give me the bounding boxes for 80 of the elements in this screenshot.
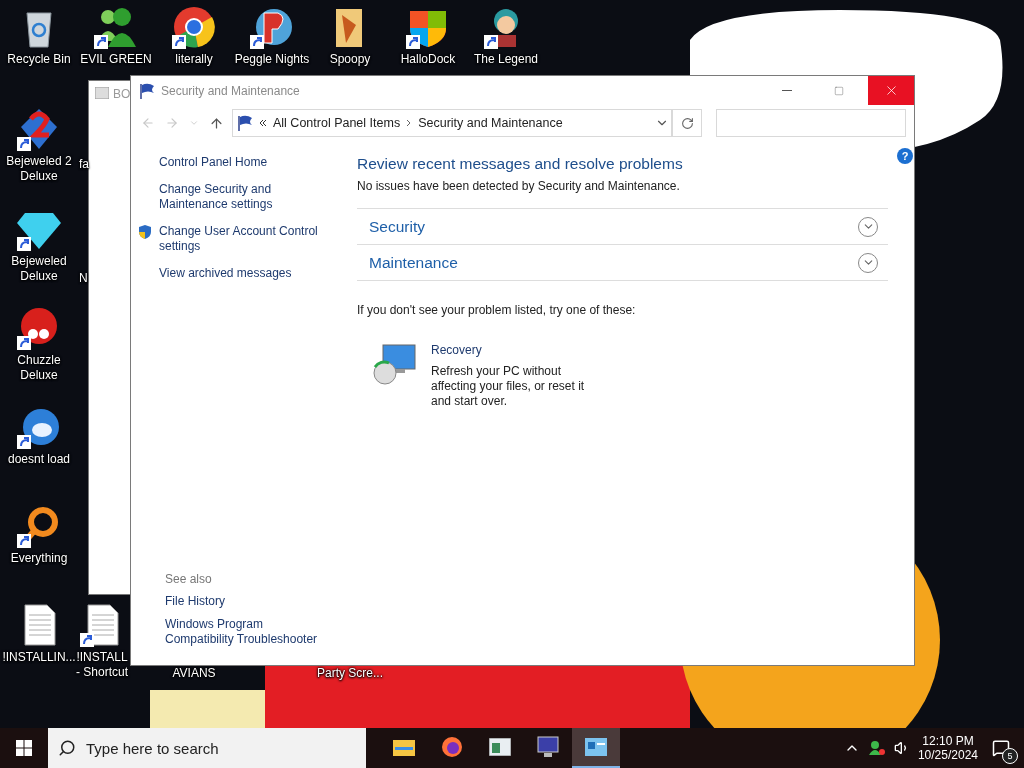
icon-label[interactable]: The Legend	[473, 52, 539, 67]
status-text: No issues have been detected by Security and Maintenance.	[357, 179, 681, 193]
folder-icon	[393, 738, 415, 756]
chevron-down-icon	[189, 118, 199, 128]
icon-label[interactable]: Everything	[10, 551, 68, 566]
page-heading: Review recent messages and resolve problems	[357, 155, 684, 173]
shortcut-arrow-icon	[94, 35, 108, 49]
icon-label[interactable]: !INSTALL - Shortcut	[76, 650, 128, 680]
forward-arrow-icon	[165, 116, 179, 130]
shortcut-arrow-icon	[484, 35, 498, 49]
back-arrow-icon	[141, 116, 155, 130]
minimize-icon	[782, 90, 792, 91]
icon-label[interactable]: Bejeweled Deluxe	[11, 254, 67, 284]
section-header[interactable]: Maintenance	[357, 245, 888, 281]
notifications-icon	[992, 739, 1010, 757]
icon-label[interactable]: Chuzzle Deluxe	[17, 353, 61, 383]
recovery-icon	[371, 343, 417, 387]
shortcut-arrow-icon	[17, 336, 31, 350]
monitor-icon	[537, 736, 559, 758]
section-header[interactable]: Security	[357, 209, 888, 245]
app-icon	[95, 87, 109, 99]
notification-count: 5	[1002, 748, 1018, 764]
recovery-description: Refresh your PC without affecting your files, or reset it and start over.	[431, 364, 586, 409]
icon-label[interactable]: Recycle Bin	[7, 52, 71, 67]
shortcut-arrow-icon	[17, 534, 31, 548]
icon-label[interactable]: literally	[175, 52, 213, 67]
section-label: Maintenance	[369, 253, 458, 272]
icon-label[interactable]: AVIANS	[172, 666, 216, 681]
breadcrumb[interactable]: Security and Maintenance	[418, 116, 563, 130]
browser-icon	[172, 5, 216, 49]
double-chevron-icon	[259, 119, 267, 127]
hint-text: If you don't see your problem listed, try one of these:	[357, 303, 637, 317]
clock-time: 12:10 PM	[922, 734, 974, 748]
breadcrumb[interactable]: All Control Panel Items	[273, 116, 401, 130]
icon-label[interactable]: Bejeweled 2 Deluxe	[6, 154, 72, 184]
flag-icon	[139, 82, 155, 99]
shortcut-arrow-icon	[17, 237, 31, 251]
search-field[interactable]	[716, 109, 906, 137]
sidebar-link[interactable]: Change Security and Maintenance settings	[159, 182, 329, 212]
browser-icon	[441, 736, 463, 758]
shortcut-arrow-icon	[250, 35, 264, 49]
flag-icon	[237, 115, 253, 131]
shortcut-arrow-icon	[17, 137, 31, 151]
clock[interactable]: 12:10 PM 10/25/2024	[917, 734, 978, 762]
shortcut-arrow-icon	[80, 633, 94, 647]
icon-label[interactable]: Party Scre...	[317, 666, 383, 681]
see-also-link[interactable]: File History	[165, 594, 335, 609]
chevron-icon	[406, 119, 413, 127]
section-title: See also	[165, 572, 213, 586]
section-label: Security	[369, 217, 425, 236]
icon-label[interactable]: HalloDock	[400, 52, 456, 67]
window-title: BO	[113, 87, 131, 101]
maximize-icon	[834, 85, 844, 96]
people-icon[interactable]	[867, 740, 886, 756]
sidebar-link[interactable]: View archived messages	[159, 266, 329, 281]
icon-label[interactable]: EVIL GREEN	[80, 52, 152, 67]
address-bar[interactable]: All Control Panel Items Security and Maintenance	[232, 109, 672, 137]
clock-date: 10/25/2024	[917, 748, 978, 762]
control-panel-icon	[585, 738, 607, 756]
recovery-link[interactable]: Recovery	[431, 343, 596, 358]
shortcut-arrow-icon	[172, 35, 186, 49]
icon-label[interactable]: Peggle Nights	[234, 52, 310, 67]
shield-icon	[137, 224, 153, 240]
refresh-button[interactable]	[672, 109, 703, 137]
icon-label[interactable]: doesnt load	[7, 452, 71, 467]
icon-label[interactable]: !INSTALLIN...	[2, 650, 76, 665]
see-also-link[interactable]: Windows Program Compatibility Troubleshooter	[165, 617, 335, 647]
sidebar-link[interactable]: Change User Account Control settings	[159, 224, 329, 254]
shortcut-arrow-icon	[17, 435, 31, 449]
refresh-icon	[680, 116, 694, 130]
sidebar-link[interactable]: Control Panel Home	[159, 155, 329, 170]
taskbar-search-field[interactable]: Type here to search	[48, 728, 366, 768]
windows-logo-icon	[16, 740, 32, 756]
window-icon	[489, 738, 511, 756]
icon-label[interactable]: N	[79, 271, 88, 286]
shortcut-arrow-icon	[406, 35, 420, 49]
window-title: Security and Maintenance	[161, 83, 301, 98]
icon-label[interactable]: Spoopy	[329, 52, 371, 67]
icon-label[interactable]: fa	[79, 157, 89, 172]
search-icon	[58, 739, 76, 757]
